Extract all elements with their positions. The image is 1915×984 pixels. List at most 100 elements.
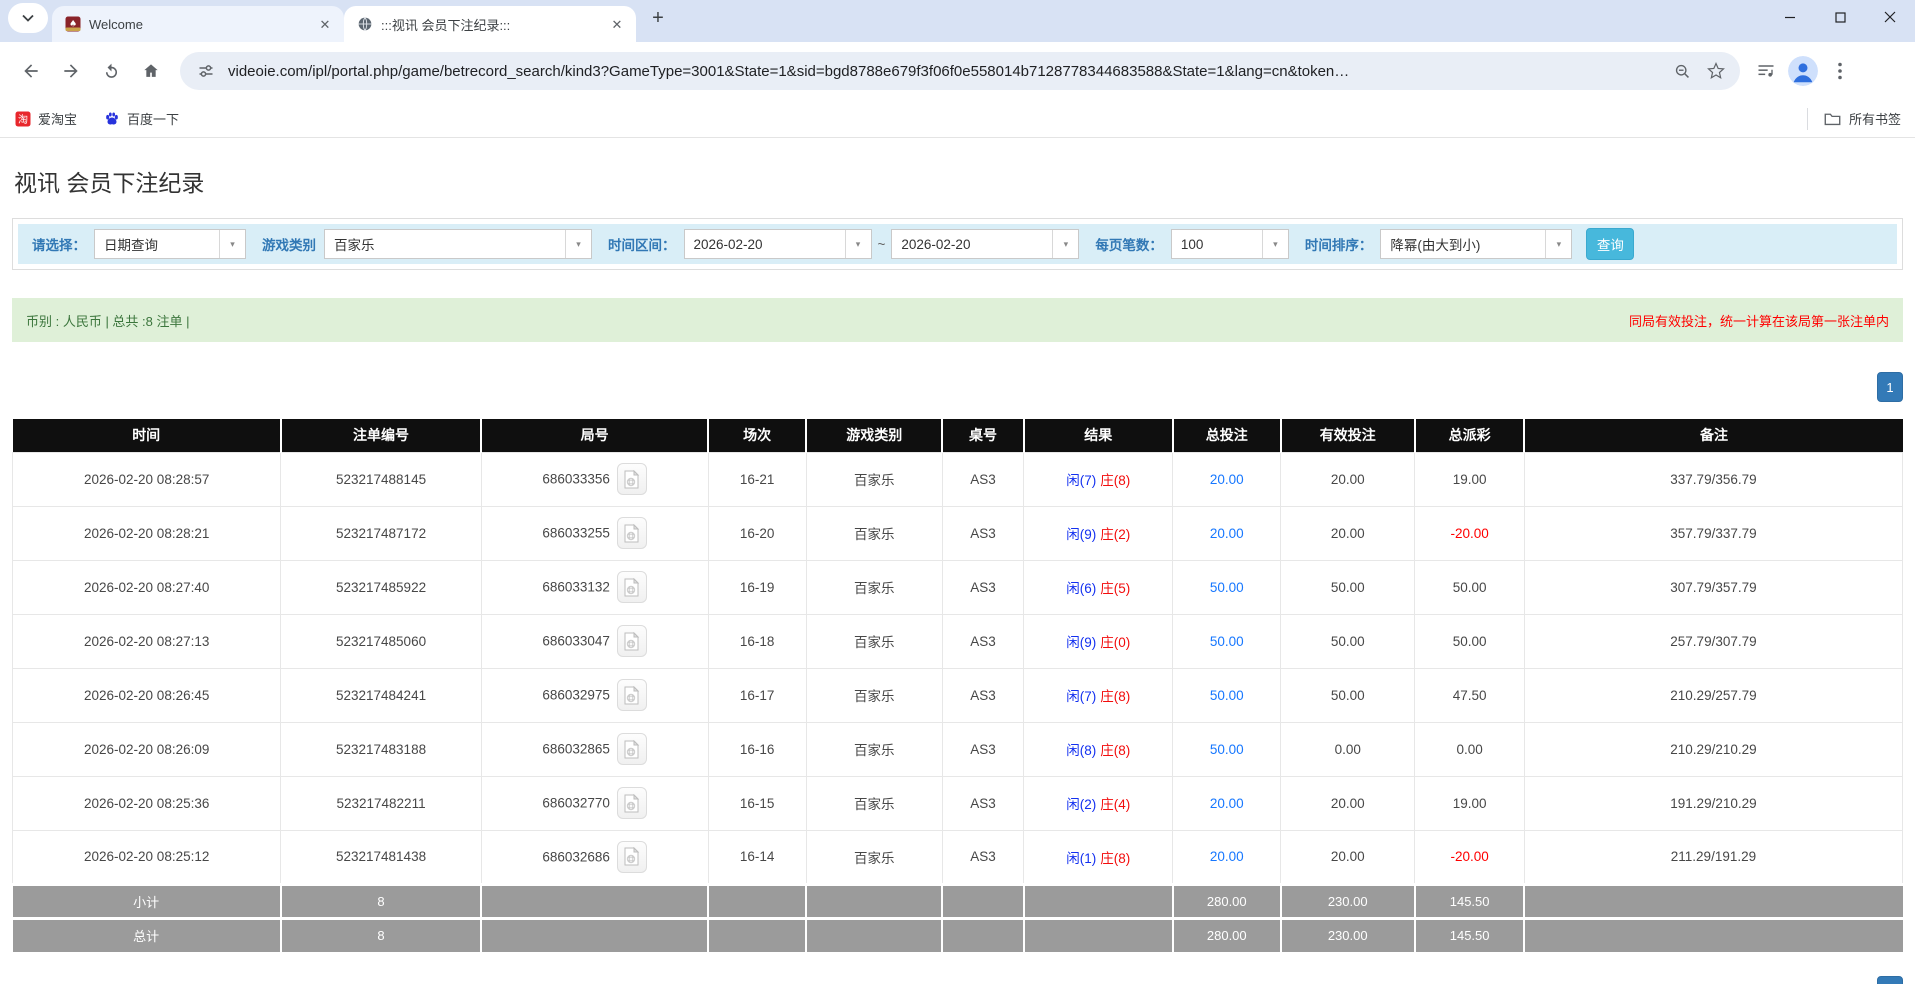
footer-payout: 145.50 <box>1414 916 1526 952</box>
chevron-down-icon[interactable]: ▾ <box>1052 230 1079 258</box>
filter-selected-value: 日期查询 <box>104 238 158 253</box>
cell-result: 闲(9) 庄(0) <box>1023 613 1174 669</box>
chevron-down-icon[interactable]: ▾ <box>219 230 245 258</box>
back-button[interactable] <box>14 54 48 88</box>
tab-title: Welcome <box>89 16 143 32</box>
url-text[interactable]: videoie.com/ipl/portal.php/game/betrecor… <box>228 63 1660 80</box>
cell-time: 2026-02-20 08:26:45 <box>11 667 282 723</box>
chevron-down-icon[interactable]: ▾ <box>565 230 591 258</box>
filter-select[interactable]: 百家乐 ▾ <box>324 229 592 259</box>
banker-result: 庄(8) <box>1100 473 1131 488</box>
tab-search-button[interactable] <box>8 3 48 33</box>
total-bet-link[interactable]: 20.00 <box>1210 849 1244 864</box>
video-replay-button[interactable] <box>616 733 647 765</box>
video-replay-button[interactable] <box>616 679 647 711</box>
media-controls-icon[interactable] <box>1754 59 1778 83</box>
cell-payout: -20.00 <box>1414 505 1525 561</box>
filter-select[interactable]: 100 ▾ <box>1170 229 1289 259</box>
bookmark-aitaobao[interactable]: 淘 爱淘宝 <box>14 109 77 128</box>
bookmark-baidu[interactable]: 百度一下 <box>103 109 179 128</box>
bookmarks-bar: 淘 爱淘宝 百度一下 所有书签 <box>0 100 1915 138</box>
chevron-down-icon[interactable]: ▾ <box>1545 230 1572 258</box>
reload-button[interactable] <box>94 54 128 88</box>
tab-betrecord[interactable]: :::视讯 会员下注纪录::: ✕ <box>344 6 636 42</box>
table-row: 2026-02-20 08:27:13 523217485060 6860330… <box>11 613 1904 669</box>
cell-total-bet: 50.00 <box>1172 667 1282 723</box>
filter-group: 游戏类别 百家乐 ▾ <box>246 229 592 259</box>
video-replay-button[interactable] <box>616 517 647 549</box>
profile-avatar[interactable] <box>1788 56 1818 86</box>
filter-select[interactable]: 日期查询 ▾ <box>94 229 246 259</box>
round-number: 686033356 <box>542 471 610 487</box>
total-bet-link[interactable]: 50.00 <box>1210 688 1244 703</box>
bet-records-table: 时间 注单编号 局号 场次 游戏类别 桌号 结果 总投注 有效投注 总派彩 备注 2026-02-2… <box>11 419 1904 952</box>
site-settings-icon[interactable] <box>194 59 218 83</box>
cell-round-number: 686032686 <box>480 829 709 885</box>
cell-valid-bet: 50.00 <box>1280 667 1416 723</box>
video-replay-button[interactable] <box>616 840 647 873</box>
cell-table-number: AS3 <box>941 721 1025 777</box>
pagination-page-1[interactable]: 1 <box>1877 372 1903 402</box>
filter-group: 时间区间： 2026-02-20 ▾ <box>592 229 872 259</box>
total-bet-link[interactable]: 20.00 <box>1210 796 1244 811</box>
cell-bet-number: 523217487172 <box>280 505 482 561</box>
close-window-button[interactable] <box>1865 0 1915 34</box>
total-bet-link[interactable]: 20.00 <box>1210 472 1244 487</box>
filter-label: 时间区间： <box>608 238 676 253</box>
tab-close-icon[interactable]: ✕ <box>608 15 626 33</box>
video-replay-button[interactable] <box>616 463 647 495</box>
all-bookmarks[interactable]: 所有书签 <box>1806 107 1901 130</box>
column-header: 有效投注 <box>1280 419 1416 452</box>
maximize-button[interactable] <box>1815 0 1865 34</box>
chevron-down-icon[interactable]: ▾ <box>844 230 871 258</box>
bookmark-star-icon[interactable] <box>1704 59 1728 83</box>
total-bet-link[interactable]: 20.00 <box>1210 526 1244 541</box>
total-bet-link[interactable]: 50.00 <box>1210 634 1244 649</box>
filter-panel: 请选择： 日期查询 ▾ 游戏类别 百家乐 ▾ 时间区间： 2026-02-20 … <box>12 218 1903 270</box>
pagination-bottom-page-1[interactable]: 1 <box>1877 976 1903 984</box>
player-result: 闲(1) <box>1066 850 1097 866</box>
total-bet-link[interactable]: 50.00 <box>1210 742 1244 757</box>
column-header: 局号 <box>481 419 709 452</box>
player-result: 闲(6) <box>1066 581 1097 596</box>
video-replay-button[interactable] <box>616 625 647 657</box>
chevron-down-icon <box>22 14 34 22</box>
banker-result: 庄(4) <box>1100 797 1131 812</box>
forward-button[interactable] <box>54 54 88 88</box>
filter-label: 每页笔数： <box>1095 238 1163 253</box>
filter-select[interactable]: 2026-02-20 ▾ <box>683 229 872 259</box>
column-header: 总派彩 <box>1414 419 1526 452</box>
filter-select[interactable]: 降幂(由大到小) ▾ <box>1380 229 1573 259</box>
baidu-paw-icon <box>103 110 120 127</box>
menu-kebab-icon[interactable] <box>1828 59 1852 83</box>
filter-select[interactable]: 2026-02-20 ▾ <box>891 229 1080 259</box>
table-row: 2026-02-20 08:25:36 523217482211 6860327… <box>11 775 1904 831</box>
video-file-icon <box>624 577 640 596</box>
cell-remark: 211.29/191.29 <box>1523 829 1904 885</box>
video-file-icon <box>624 739 640 758</box>
filter-groups: 请选择： 日期查询 ▾ 游戏类别 百家乐 ▾ 时间区间： 2026-02-20 … <box>32 229 1573 259</box>
filter-group: ~ 2026-02-20 ▾ <box>872 229 1080 259</box>
tab-welcome[interactable]: ♠ Welcome ✕ <box>52 6 344 42</box>
footer-count: 8 <box>280 882 483 918</box>
new-tab-button[interactable]: + <box>644 5 672 33</box>
browser-window: ♠ Welcome ✕ :::视讯 会员下注纪录::: ✕ + videoie.… <box>0 0 1915 984</box>
taobao-icon: 淘 <box>14 110 31 127</box>
chevron-down-icon[interactable]: ▾ <box>1261 230 1288 258</box>
round-number: 686033132 <box>542 579 610 595</box>
total-bet-link[interactable]: 50.00 <box>1210 580 1244 595</box>
cell-remark: 357.79/337.79 <box>1523 505 1904 561</box>
video-replay-button[interactable] <box>616 787 647 819</box>
url-bar[interactable]: videoie.com/ipl/portal.php/game/betrecor… <box>180 52 1740 90</box>
search-button[interactable]: 查询 <box>1586 228 1635 260</box>
banker-result: 庄(0) <box>1100 635 1131 650</box>
home-button[interactable] <box>134 54 168 88</box>
minimize-button[interactable] <box>1765 0 1815 34</box>
tab-close-icon[interactable]: ✕ <box>316 15 334 33</box>
cell-session: 16-16 <box>707 721 807 777</box>
cell-table-number: AS3 <box>941 451 1025 507</box>
cell-game-type: 百家乐 <box>805 775 943 831</box>
video-replay-button[interactable] <box>616 571 647 603</box>
column-header: 游戏类别 <box>806 419 944 452</box>
zoom-icon[interactable] <box>1670 59 1694 83</box>
